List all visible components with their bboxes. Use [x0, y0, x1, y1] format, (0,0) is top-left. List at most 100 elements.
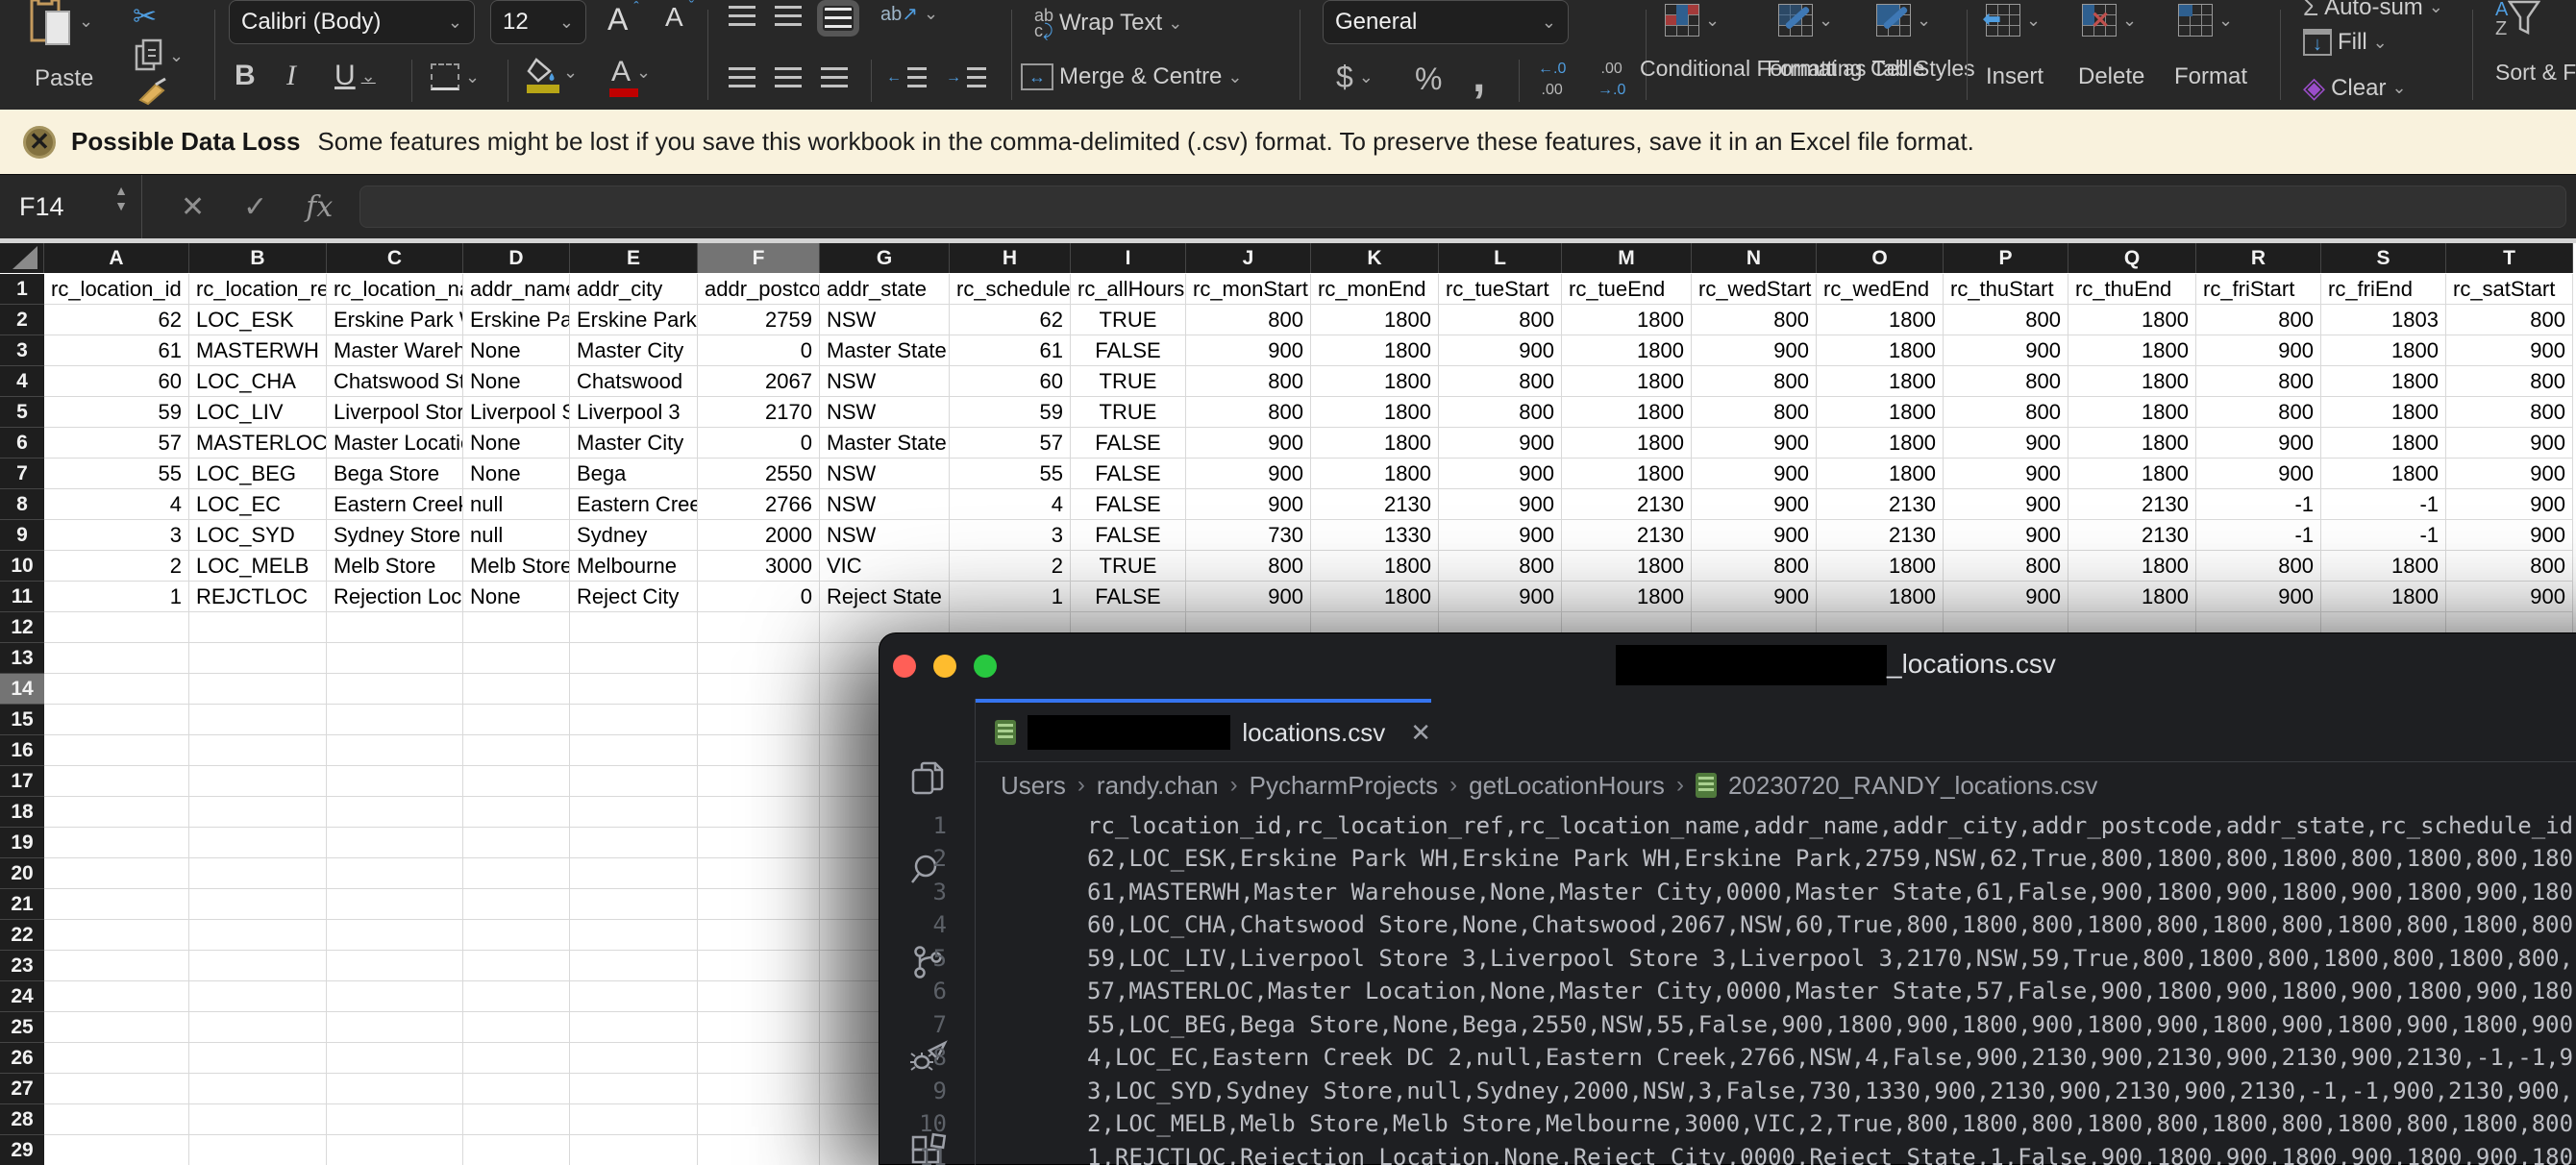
align-middle-button[interactable] [775, 6, 802, 27]
copy-button[interactable]: ⌄ [135, 38, 184, 73]
cell-T2[interactable]: 800 [2446, 305, 2573, 335]
cell-R2[interactable]: 800 [2196, 305, 2321, 335]
cell-styles-label[interactable]: Cell Styles [1870, 56, 1975, 82]
cell-S9[interactable]: -1 [2321, 520, 2446, 551]
row-header-7[interactable]: 7 [0, 459, 44, 489]
format-painter-button[interactable] [136, 77, 169, 106]
row-header-15[interactable]: 15 [0, 705, 44, 735]
font-size-select[interactable]: 12 ⌄ [490, 0, 586, 44]
cell-F19[interactable] [698, 828, 820, 858]
cell-F10[interactable]: 3000 [698, 551, 820, 582]
column-header-F[interactable]: F [698, 243, 820, 273]
cell-S1[interactable]: rc_friEnd [2321, 274, 2446, 305]
increase-decimal-button[interactable]: ←.0 .00 [1538, 62, 1566, 98]
cell-N6[interactable]: 900 [1692, 428, 1817, 459]
cell-D6[interactable]: None [463, 428, 570, 459]
cell-G6[interactable]: Master State [820, 428, 950, 459]
cell-K2[interactable]: 1800 [1311, 305, 1439, 335]
cell-L11[interactable]: 900 [1439, 582, 1562, 612]
cell-K3[interactable]: 1800 [1311, 335, 1439, 366]
cell-I9[interactable]: FALSE [1071, 520, 1186, 551]
row-header-13[interactable]: 13 [0, 643, 44, 674]
cell-K6[interactable]: 1800 [1311, 428, 1439, 459]
cell-A19[interactable] [44, 828, 189, 858]
cell-P7[interactable]: 900 [1944, 459, 2068, 489]
cell-I8[interactable]: FALSE [1071, 489, 1186, 520]
cell-S4[interactable]: 1800 [2321, 366, 2446, 397]
cell-O6[interactable]: 1800 [1817, 428, 1944, 459]
cell-A15[interactable] [44, 705, 189, 735]
percent-format-button[interactable]: % [1415, 62, 1442, 97]
cell-P10[interactable]: 800 [1944, 551, 2068, 582]
cancel-entry-icon[interactable]: ✕ [181, 190, 205, 224]
cell-A26[interactable] [44, 1043, 189, 1074]
cell-B10[interactable]: LOC_MELB [189, 551, 327, 582]
cell-F18[interactable] [698, 797, 820, 828]
cell-C25[interactable] [327, 1012, 463, 1043]
cell-L7[interactable]: 900 [1439, 459, 1562, 489]
pycharm-titlebar[interactable]: _locations.csv [879, 633, 2576, 699]
cell-C29[interactable] [327, 1135, 463, 1165]
row-header-20[interactable]: 20 [0, 858, 44, 889]
cell-D26[interactable] [463, 1043, 570, 1074]
cell-P11[interactable]: 900 [1944, 582, 2068, 612]
cell-C20[interactable] [327, 858, 463, 889]
cell-C27[interactable] [327, 1074, 463, 1104]
cell-A5[interactable]: 59 [44, 397, 189, 428]
cell-O5[interactable]: 1800 [1817, 397, 1944, 428]
column-header-S[interactable]: S [2321, 243, 2446, 273]
cell-G8[interactable]: NSW [820, 489, 950, 520]
cell-R11[interactable]: 900 [2196, 582, 2321, 612]
column-header-A[interactable]: A [44, 243, 189, 273]
cell-H9[interactable]: 3 [950, 520, 1071, 551]
cell-D25[interactable] [463, 1012, 570, 1043]
cell-C1[interactable]: rc_location_name [327, 274, 463, 305]
cell-T11[interactable]: 900 [2446, 582, 2573, 612]
cell-D8[interactable]: null [463, 489, 570, 520]
row-header-4[interactable]: 4 [0, 366, 44, 397]
cell-D21[interactable] [463, 889, 570, 920]
cell-C10[interactable]: Melb Store [327, 551, 463, 582]
cell-A29[interactable] [44, 1135, 189, 1165]
cell-T5[interactable]: 800 [2446, 397, 2573, 428]
zoom-window-button[interactable] [974, 655, 997, 678]
cell-E3[interactable]: Master City [570, 335, 698, 366]
close-window-button[interactable] [893, 655, 916, 678]
tab-close-icon[interactable]: ✕ [1410, 718, 1431, 748]
wrap-text-button[interactable]: ab c⤸ Wrap Text ⌄ [1034, 7, 1182, 39]
cell-H8[interactable]: 4 [950, 489, 1071, 520]
cell-B16[interactable] [189, 735, 327, 766]
cell-S7[interactable]: 1800 [2321, 459, 2446, 489]
cell-A16[interactable] [44, 735, 189, 766]
name-box-spinner[interactable]: ▲ ▼ [114, 184, 128, 212]
sort-filter-label[interactable]: Sort & Filter [2495, 60, 2576, 86]
cell-B21[interactable] [189, 889, 327, 920]
cell-L1[interactable]: rc_tueStart [1439, 274, 1562, 305]
cell-O2[interactable]: 1800 [1817, 305, 1944, 335]
cell-O4[interactable]: 1800 [1817, 366, 1944, 397]
cell-C28[interactable] [327, 1104, 463, 1135]
paste-button[interactable]: ⌄ [29, 0, 93, 48]
cell-S6[interactable]: 1800 [2321, 428, 2446, 459]
cell-D3[interactable]: None [463, 335, 570, 366]
cell-A4[interactable]: 60 [44, 366, 189, 397]
cell-T3[interactable]: 900 [2446, 335, 2573, 366]
paste-label[interactable]: Paste [35, 65, 93, 92]
cell-L5[interactable]: 800 [1439, 397, 1562, 428]
format-label[interactable]: Format [2174, 63, 2247, 90]
cell-E21[interactable] [570, 889, 698, 920]
cell-R8[interactable]: -1 [2196, 489, 2321, 520]
cell-M1[interactable]: rc_tueEnd [1562, 274, 1692, 305]
cell-A24[interactable] [44, 981, 189, 1012]
cell-Q5[interactable]: 1800 [2068, 397, 2196, 428]
cell-N4[interactable]: 800 [1692, 366, 1817, 397]
cell-A2[interactable]: 62 [44, 305, 189, 335]
cell-M10[interactable]: 1800 [1562, 551, 1692, 582]
cell-C5[interactable]: Liverpool Store 3 [327, 397, 463, 428]
delete-cells-button[interactable]: ✕ ⌄ [2082, 4, 2137, 37]
cell-A7[interactable]: 55 [44, 459, 189, 489]
column-header-B[interactable]: B [189, 243, 327, 273]
cell-A18[interactable] [44, 797, 189, 828]
cell-F22[interactable] [698, 920, 820, 951]
cell-N1[interactable]: rc_wedStart [1692, 274, 1817, 305]
